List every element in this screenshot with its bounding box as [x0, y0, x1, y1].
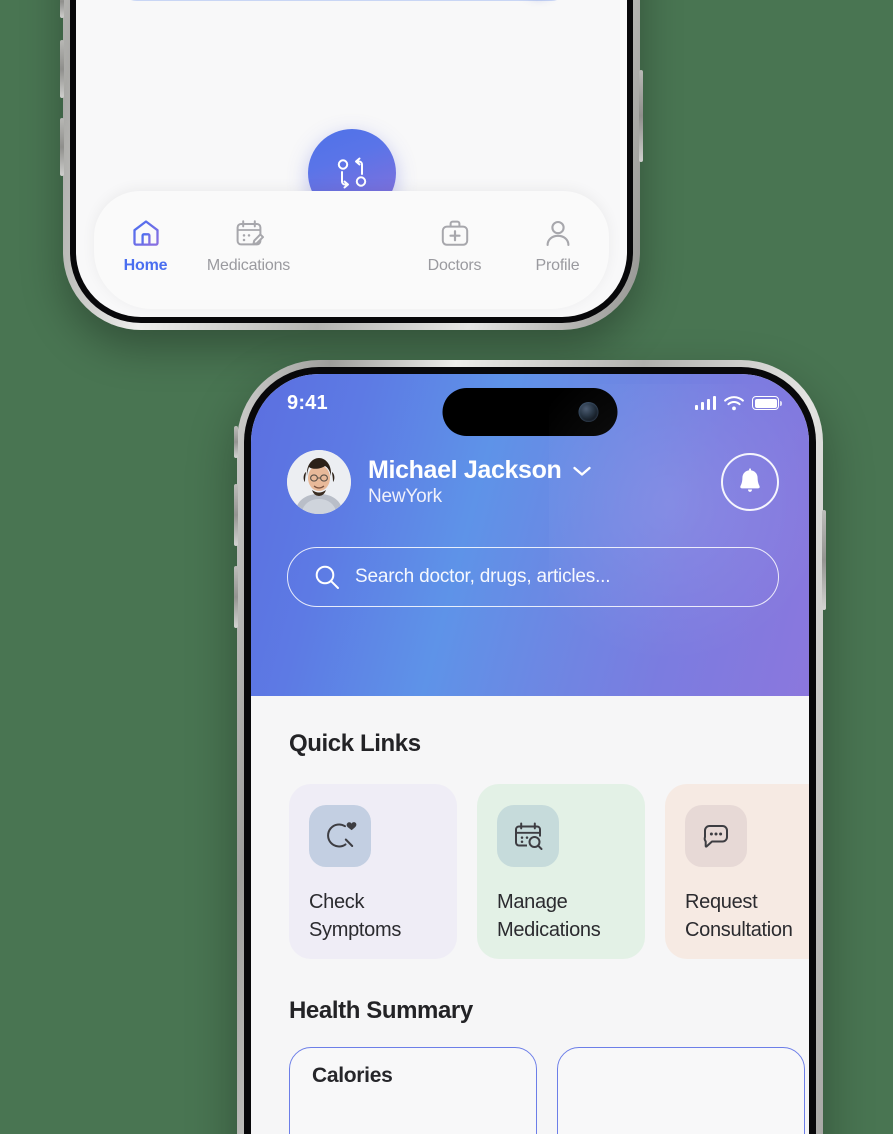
- quick-links-row: Check Symptoms Manage Medications Reques…: [251, 758, 809, 959]
- quick-link-label: Check Symptoms: [309, 889, 439, 944]
- volume-up-button[interactable]: [60, 40, 64, 98]
- tab-doctors[interactable]: Doctors: [403, 217, 506, 275]
- volume-down-button[interactable]: [234, 566, 238, 628]
- tab-profile[interactable]: Profile: [506, 217, 609, 275]
- label-line1: Request: [685, 891, 758, 913]
- tab-label: Medications: [206, 257, 291, 274]
- user-name-row[interactable]: Michael Jackson: [368, 456, 592, 485]
- tab-label: Home: [123, 257, 168, 274]
- phone-screen-top: ! You have two ampoules left ✕ +: [76, 0, 627, 317]
- symptom-check-icon: [327, 822, 357, 848]
- screenshot-canvas: ! You have two ampoules left ✕ +: [0, 0, 893, 1134]
- cellular-signal-icon: [694, 396, 716, 410]
- quick-links-title: Quick Links: [289, 730, 421, 757]
- tab-home[interactable]: Home: [94, 217, 197, 275]
- power-button[interactable]: [639, 70, 643, 162]
- wifi-icon: [724, 395, 744, 410]
- user-location: NewYork: [368, 486, 442, 507]
- phone-screen-bottom: 9:41 Michael Jackson NewYork Search doct…: [251, 374, 809, 1134]
- bottom-tab-bar: Home Medications Doctors Profile: [94, 191, 609, 309]
- front-camera-icon: [578, 402, 599, 422]
- quick-link-label: Request Consultation: [685, 889, 809, 944]
- chat-bubble-icon-wrap: [685, 805, 747, 867]
- tab-medications[interactable]: Medications: [197, 217, 300, 275]
- health-summary-card[interactable]: [557, 1047, 805, 1134]
- calendar-edit-icon: [236, 220, 264, 246]
- status-time: 9:41: [287, 391, 328, 414]
- health-summary-title: Health Summary: [289, 997, 473, 1024]
- symptom-check-icon-wrap: [309, 805, 371, 867]
- app-header: 9:41 Michael Jackson NewYork Search doct…: [251, 374, 809, 696]
- search-placeholder: Search doctor, drugs, articles...: [355, 566, 611, 587]
- medical-bag-icon: [441, 220, 468, 246]
- user-name: Michael Jackson: [368, 456, 562, 484]
- silent-switch[interactable]: [60, 0, 64, 18]
- user-avatar-image: [287, 450, 351, 514]
- notifications-button[interactable]: [721, 453, 779, 511]
- person-icon: [546, 220, 569, 247]
- search-icon: [315, 565, 339, 589]
- battery-icon: [752, 396, 782, 410]
- status-indicators: [694, 395, 782, 411]
- volume-up-button[interactable]: [234, 484, 238, 546]
- user-header-row: Michael Jackson NewYork: [251, 432, 809, 514]
- home-icon: [132, 220, 159, 246]
- health-summary-row: Calories: [251, 1025, 809, 1134]
- health-summary-card[interactable]: Calories: [289, 1047, 537, 1134]
- app-body: Quick Links Check Symptoms Manage Medica…: [251, 696, 809, 1134]
- quick-link-check-symptoms[interactable]: Check Symptoms: [289, 784, 457, 959]
- health-summary-card-label: Calories: [312, 1064, 393, 1087]
- calendar-search-icon-wrap: [497, 805, 559, 867]
- bell-icon: [740, 468, 760, 492]
- tab-label: Doctors: [427, 257, 482, 274]
- label-line1: Check: [309, 891, 365, 913]
- phone-device-top: ! You have two ampoules left ✕ +: [60, 0, 643, 330]
- label-line2: Consultation: [685, 918, 793, 941]
- power-button[interactable]: [822, 510, 826, 610]
- label-line2: Symptoms: [309, 918, 402, 941]
- phone-device-bottom: 9:41 Michael Jackson NewYork Search doct…: [234, 360, 826, 1134]
- silent-switch[interactable]: [234, 426, 238, 458]
- label-line2: Medications: [497, 918, 601, 941]
- notification-panel: [119, 0, 569, 1]
- volume-down-button[interactable]: [60, 118, 64, 176]
- quick-link-label: Manage Medications: [497, 889, 627, 944]
- status-bar: 9:41: [251, 374, 809, 436]
- chevron-down-icon[interactable]: [572, 465, 592, 477]
- swap-arrows-icon: [337, 157, 366, 189]
- tab-label: Profile: [535, 257, 580, 274]
- dynamic-island: [442, 388, 618, 436]
- quick-link-request-consultation[interactable]: Request Consultation: [665, 784, 809, 959]
- calendar-search-icon: [515, 822, 543, 850]
- chat-bubble-icon: [703, 825, 728, 848]
- quick-link-manage-medications[interactable]: Manage Medications: [477, 784, 645, 959]
- label-line1: Manage: [497, 891, 568, 913]
- user-meta: Michael Jackson NewYork: [368, 456, 592, 508]
- avatar[interactable]: [287, 450, 351, 514]
- search-input[interactable]: Search doctor, drugs, articles...: [287, 547, 779, 607]
